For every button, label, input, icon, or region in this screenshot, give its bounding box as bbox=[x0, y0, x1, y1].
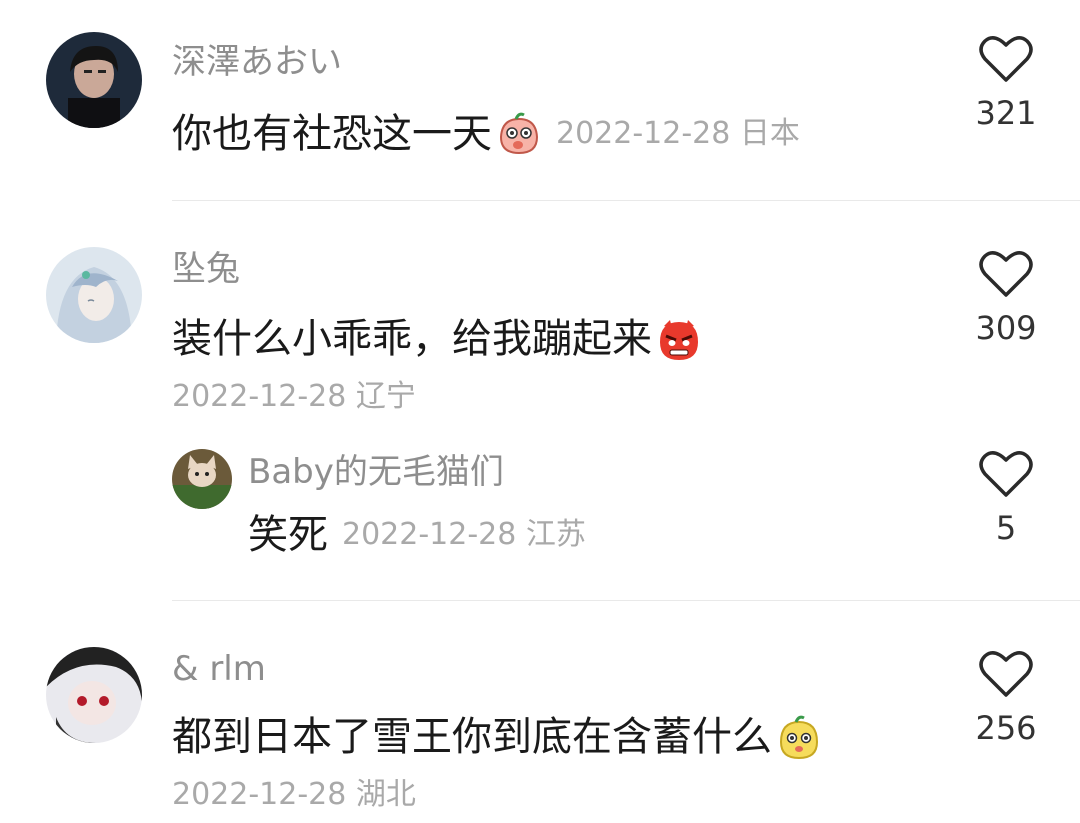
comment-text: 都到日本了雪王你到底在含蓄什么 bbox=[172, 714, 772, 760]
username[interactable]: 深澤あおい bbox=[172, 42, 342, 82]
comment-body: 装什么小乖乖，给我蹦起来 bbox=[172, 315, 702, 363]
like-count: 309 bbox=[975, 309, 1037, 347]
comment-item: 坠兔 装什么小乖乖，给我蹦起来 2022-12-28 辽宁 309 Baby的无… bbox=[0, 201, 1080, 599]
peach-shy-emoji bbox=[496, 111, 542, 157]
avatar[interactable] bbox=[46, 32, 142, 128]
yellow-blob-emoji bbox=[776, 714, 822, 760]
comment-body: 你也有社恐这一天 2022-12-28 日本 bbox=[172, 110, 800, 158]
like-button[interactable]: 5 bbox=[961, 449, 1051, 547]
comment-body: 笑死 2022-12-28 江苏 bbox=[248, 511, 586, 559]
comment-body: 都到日本了雪王你到底在含蓄什么 bbox=[172, 713, 822, 761]
username[interactable]: 坠兔 bbox=[172, 249, 240, 289]
avatar[interactable] bbox=[46, 647, 142, 743]
like-button[interactable]: 321 bbox=[961, 34, 1051, 132]
heart-icon bbox=[979, 36, 1033, 82]
username[interactable]: & rlm bbox=[172, 649, 266, 689]
comment-text: 你也有社恐这一天 bbox=[172, 111, 492, 157]
comment-text: 笑死 bbox=[248, 512, 328, 558]
comment-text: 装什么小乖乖，给我蹦起来 bbox=[172, 316, 652, 362]
comment-meta: 2022-12-28 辽宁 bbox=[172, 379, 416, 414]
like-button[interactable]: 256 bbox=[961, 649, 1051, 747]
avatar[interactable] bbox=[172, 449, 232, 509]
heart-icon bbox=[979, 451, 1033, 497]
comment-meta: 2022-12-28 湖北 bbox=[172, 777, 416, 812]
heart-icon bbox=[979, 651, 1033, 697]
like-count: 256 bbox=[975, 709, 1037, 747]
avatar[interactable] bbox=[46, 247, 142, 343]
heart-icon bbox=[979, 251, 1033, 297]
like-button[interactable]: 309 bbox=[961, 249, 1051, 347]
angry-face-emoji bbox=[656, 316, 702, 362]
comment-meta: 2022-12-28 江苏 bbox=[342, 517, 586, 552]
like-count: 321 bbox=[975, 94, 1037, 132]
like-count: 5 bbox=[995, 509, 1017, 547]
comment-meta: 2022-12-28 日本 bbox=[556, 116, 800, 151]
comment-item: & rlm 都到日本了雪王你到底在含蓄什么 2022-12-28 湖北 256 bbox=[0, 601, 1080, 823]
comment-item: 深澤あおい 你也有社恐这一天 2022-12-28 日本 321 bbox=[0, 0, 1080, 200]
username[interactable]: Baby的无毛猫们 bbox=[248, 452, 504, 492]
